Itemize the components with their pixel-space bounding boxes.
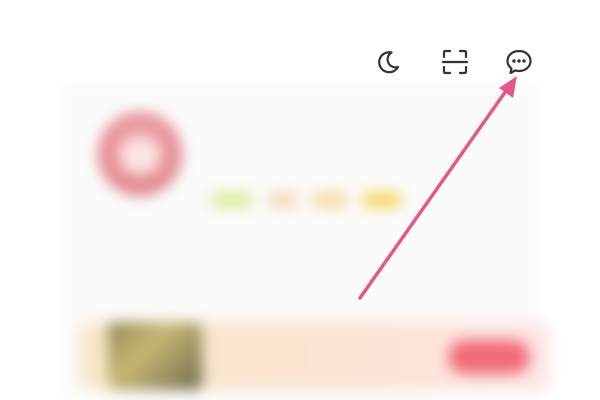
badge-row [210,192,402,208]
night-mode-button[interactable] [370,44,406,80]
message-icon [506,49,532,75]
moon-icon [378,51,400,74]
badge [312,192,348,208]
app-screen [0,0,600,400]
stat-item[interactable] [343,250,403,258]
blurred-profile-content [60,82,550,400]
avatar[interactable] [98,112,182,196]
banner-image [108,322,202,390]
stat-item[interactable] [90,250,150,258]
badge [362,192,402,208]
scan-icon [441,49,469,75]
stat-item[interactable] [217,250,277,258]
message-button[interactable] [501,44,537,80]
promo-banner[interactable] [80,322,550,390]
badge [268,192,298,208]
scan-button[interactable] [437,44,473,80]
banner-button[interactable] [448,340,530,374]
stat-item[interactable] [470,250,530,258]
stats-row [90,250,530,258]
badge [210,192,254,208]
